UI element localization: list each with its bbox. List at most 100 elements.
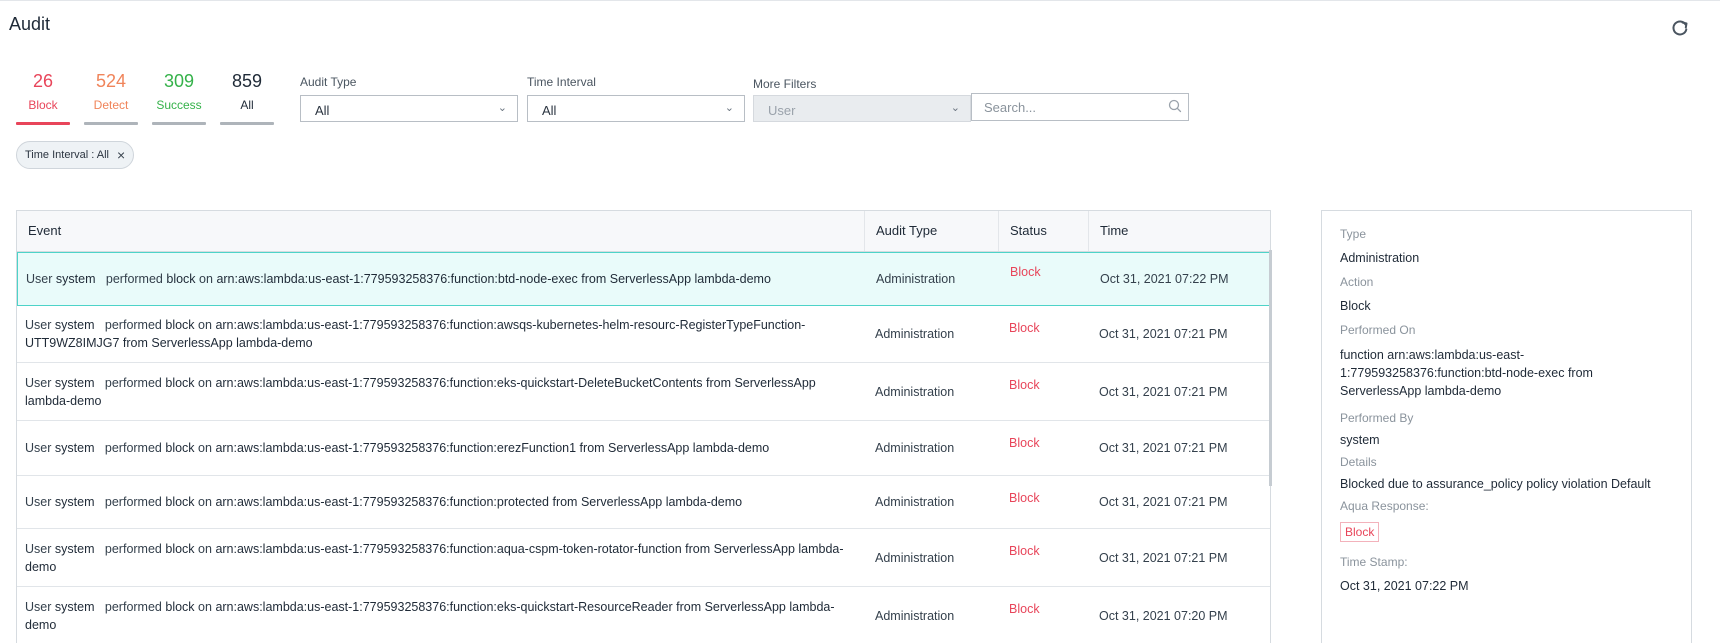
time-cell: Oct 31, 2021 07:21 PM [1099, 327, 1228, 341]
time-cell: Oct 31, 2021 07:21 PM [1099, 495, 1228, 509]
event-user-word: User [25, 541, 52, 556]
refresh-icon[interactable] [1670, 18, 1690, 38]
event-cell: User system performed block on arn:aws:l… [17, 476, 865, 528]
event-cell: User system performed block on arn:aws:l… [17, 421, 865, 475]
counter-underline [84, 122, 138, 125]
column-header-time[interactable]: Time [1089, 211, 1270, 251]
audit-type-cell: Administration [875, 327, 955, 341]
search-input[interactable] [971, 93, 1189, 121]
event-user-word: User [26, 272, 53, 286]
event-performed-word: performed [104, 495, 162, 509]
performed-by-label: Performed By [1340, 411, 1414, 425]
search-icon [1168, 99, 1182, 113]
table-row[interactable]: User system performed block on arn:aws:l… [17, 476, 1270, 529]
event-user-word: User [25, 599, 52, 614]
audit-type-select[interactable]: All ⌄ [300, 95, 518, 122]
table-row[interactable]: User system performed block on arn:aws:l… [17, 252, 1270, 306]
column-header-audit-type[interactable]: Audit Type [865, 211, 999, 251]
table-row[interactable]: User system performed block on arn:aws:l… [17, 587, 1270, 643]
top-divider [0, 0, 1720, 1]
status-cell: Block [999, 529, 1089, 586]
event-cell: User system performed block on arn:aws:l… [17, 529, 865, 586]
status-text: Block [1009, 602, 1040, 616]
event-user-word: User [25, 318, 52, 332]
status-text: Block [1009, 436, 1040, 450]
more-filters-select[interactable]: User ⌄ [753, 95, 971, 122]
counter-underline [152, 122, 206, 125]
table-row[interactable]: User system performed block on arn:aws:l… [17, 529, 1270, 587]
event-target: arn:aws:lambda:us-east-1:779593258376:fu… [216, 272, 771, 286]
event-user: system [54, 599, 95, 614]
counter-label: All [240, 98, 254, 112]
event-performed-word: performed [104, 318, 162, 332]
time-cell: Oct 31, 2021 07:22 PM [1100, 272, 1229, 286]
event-performed-word: performed [104, 441, 162, 455]
time-cell: Oct 31, 2021 07:20 PM [1099, 608, 1228, 623]
type-label: Type [1340, 227, 1367, 241]
event-cell: User system performed block on arn:aws:l… [18, 253, 866, 305]
event-target: arn:aws:lambda:us-east-1:779593258376:fu… [215, 441, 770, 455]
status-counters: 26 Block 524 Detect 309 Success 859 All [16, 70, 274, 125]
counter-count: 859 [231, 71, 263, 91]
event-user-word: User [25, 441, 52, 455]
audit-type-cell: Administration [876, 272, 956, 286]
close-icon[interactable]: × [117, 147, 125, 163]
time-interval-value: All [542, 103, 557, 118]
table-scrollbar[interactable] [1269, 250, 1272, 486]
more-filters-value: User [768, 103, 796, 118]
counter-underline [16, 122, 70, 125]
status-text: Block [1009, 378, 1040, 392]
event-action: block [165, 441, 195, 455]
table-row[interactable]: User system performed block on arn:aws:l… [17, 421, 1270, 476]
counter-block[interactable]: 26 Block [16, 70, 70, 125]
event-on-word: on [198, 318, 212, 332]
counter-success[interactable]: 309 Success [152, 70, 206, 125]
event-action: block [165, 599, 195, 614]
time-interval-select[interactable]: All ⌄ [527, 95, 745, 122]
more-filters-label: More Filters [753, 77, 817, 91]
counter-label: Success [156, 98, 202, 112]
status-cell: Block [999, 421, 1089, 475]
audit-type-cell: Administration [875, 495, 955, 509]
event-user: system [54, 441, 95, 455]
event-on-word: on [198, 495, 212, 509]
status-text: Block [1009, 321, 1040, 335]
counter-detect[interactable]: 524 Detect [84, 70, 138, 125]
status-cell: Block [999, 306, 1089, 362]
counter-count: 524 [95, 71, 127, 91]
audit-type-cell: Administration [875, 608, 955, 623]
chevron-down-icon: ⌄ [497, 102, 507, 114]
audit-type-cell: Administration [875, 441, 955, 455]
time-cell: Oct 31, 2021 07:21 PM [1099, 441, 1228, 455]
column-header-event[interactable]: Event [17, 211, 865, 251]
event-user: system [54, 318, 95, 332]
event-on-word: on [199, 272, 213, 286]
time-stamp-label: Time Stamp: [1340, 555, 1408, 569]
performed-by-value: system [1340, 433, 1380, 447]
event-on-word: on [198, 599, 212, 614]
event-cell: User system performed block on arn:aws:l… [17, 363, 865, 420]
status-text: Block [1010, 265, 1041, 279]
event-action: block [165, 495, 195, 509]
event-cell: User system performed block on arn:aws:l… [17, 587, 865, 643]
table-row[interactable]: User system performed block on arn:aws:l… [17, 363, 1270, 421]
counter-label: Block [28, 98, 58, 112]
audit-type-cell: Administration [875, 550, 955, 565]
counter-all[interactable]: 859 All [220, 70, 274, 125]
event-user-word: User [25, 375, 52, 390]
type-value: Administration [1340, 251, 1420, 265]
audit-type-cell: Administration [875, 384, 955, 399]
event-target: arn:aws:lambda:us-east-1:779593258376:fu… [215, 495, 743, 509]
status-text: Block [1009, 544, 1040, 558]
event-on-word: on [198, 375, 212, 390]
event-on-word: on [198, 541, 212, 556]
column-header-status[interactable]: Status [999, 211, 1089, 251]
time-cell: Oct 31, 2021 07:21 PM [1099, 550, 1228, 565]
status-cell: Block [999, 587, 1089, 643]
event-performed-word: performed [104, 599, 162, 614]
aqua-response-label: Aqua Response: [1340, 499, 1429, 513]
table-row[interactable]: User system performed block on arn:aws:l… [17, 306, 1270, 363]
event-cell: User system performed block on arn:aws:l… [17, 306, 865, 362]
counter-underline [220, 122, 274, 125]
event-user-word: User [25, 495, 52, 509]
